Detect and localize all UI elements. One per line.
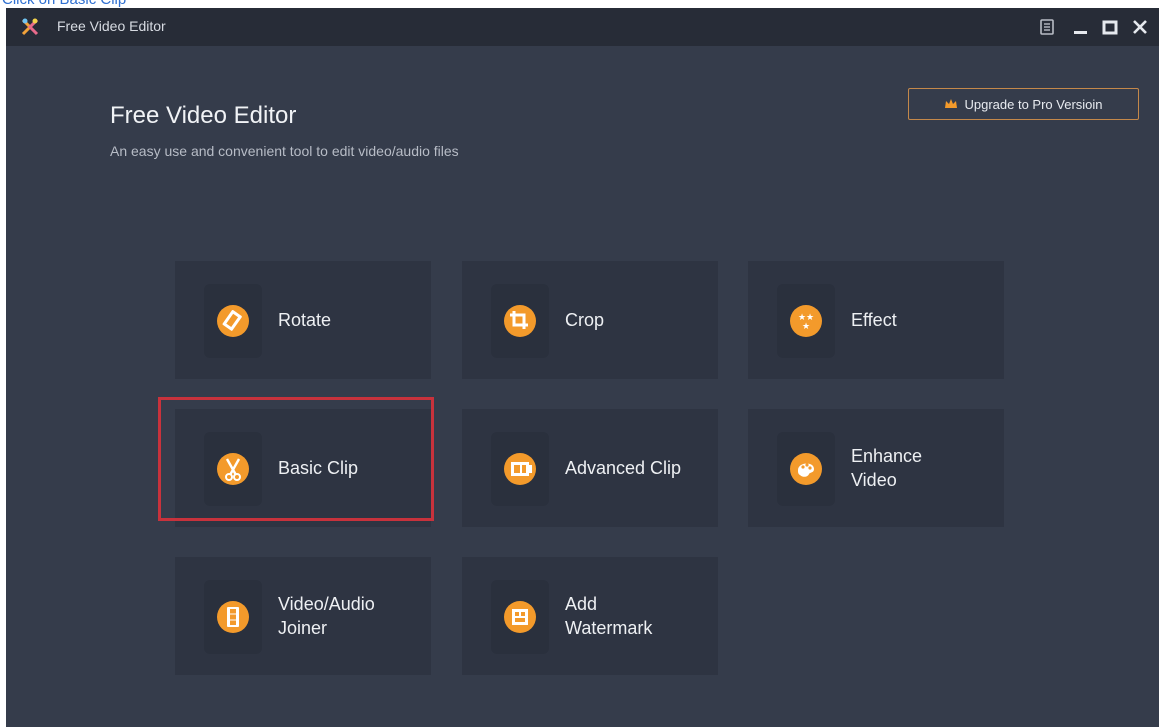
palette-icon — [790, 453, 822, 485]
tool-label: Basic Clip — [278, 458, 359, 478]
page-title: Free Video Editor — [110, 102, 297, 129]
tool-tile-effect[interactable]: ★ ★ ★ Effect — [748, 261, 1004, 379]
window-title: Free Video Editor — [57, 18, 166, 34]
upgrade-label: Upgrade to Pro Versioin — [964, 96, 1103, 112]
tool-label: Crop — [565, 310, 605, 330]
tool-label: Rotate — [278, 310, 332, 330]
tool-label: Effect — [851, 310, 897, 330]
close-icon[interactable] — [1128, 15, 1152, 39]
tool-label: Enhance Video — [851, 446, 923, 490]
tool-label: Advanced Clip — [565, 458, 682, 478]
minimize-icon[interactable] — [1069, 15, 1093, 39]
app-logo-icon — [21, 18, 39, 36]
tool-tile-enhance-video[interactable]: Enhance Video — [748, 409, 1004, 527]
crown-icon — [945, 99, 958, 108]
upgrade-button[interactable]: Upgrade to Pro Versioin — [908, 88, 1139, 120]
settings-icon[interactable] — [1035, 15, 1059, 39]
tool-label: Video/Audio Joiner — [278, 594, 375, 638]
film-icon — [504, 453, 536, 485]
scissors-icon — [217, 453, 249, 485]
page-subtitle: An easy use and convenient tool to edit … — [110, 143, 459, 159]
joiner-icon — [217, 601, 249, 633]
rotate-icon — [217, 305, 249, 337]
tool-tile-crop[interactable]: Crop — [462, 261, 718, 379]
tool-tile-rotate[interactable]: Rotate — [175, 261, 431, 379]
svg-text:★: ★ — [802, 322, 810, 332]
effect-icon: ★ ★ ★ — [790, 305, 822, 337]
maximize-icon[interactable] — [1098, 15, 1122, 39]
title-bar: Free Video Editor — [6, 8, 1159, 46]
tool-tile-add-watermark[interactable]: Add Watermark — [462, 557, 718, 675]
tool-tile-advanced-clip[interactable]: Advanced Clip — [462, 409, 718, 527]
crop-icon — [504, 305, 536, 337]
tool-tile-video-audio-joiner[interactable]: Video/Audio Joiner — [175, 557, 431, 675]
tool-tile-basic-clip[interactable]: Basic Clip — [175, 409, 431, 527]
tool-label: Add Watermark — [565, 594, 653, 638]
watermark-icon — [504, 601, 536, 633]
